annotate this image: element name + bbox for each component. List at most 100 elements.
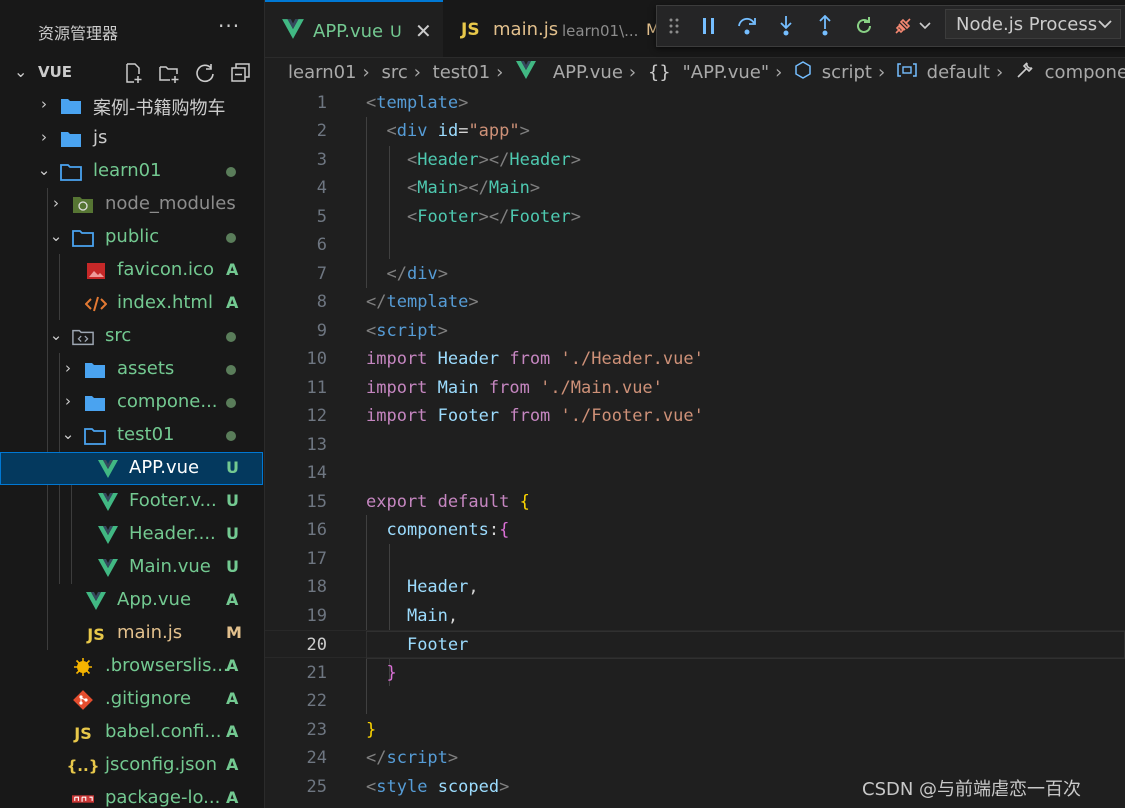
node-folder-icon — [72, 194, 94, 216]
code-text: <Header></Header> — [406, 150, 582, 170]
code-text: import Main from './Main.vue' — [366, 378, 663, 398]
breadcrumb-item[interactable]: components — [1045, 62, 1125, 83]
breadcrumb-item[interactable]: src — [381, 62, 407, 83]
chevron-down-icon[interactable] — [915, 12, 935, 40]
drag-handle-icon[interactable] — [665, 12, 683, 40]
close-icon[interactable]: ✕ — [415, 19, 432, 43]
refresh-icon[interactable] — [194, 62, 216, 84]
line-number: 4 — [316, 178, 327, 198]
tree-item-folder[interactable]: ⌄ learn01 — [0, 155, 263, 188]
tree-item-file[interactable]: Footer.v... U — [0, 485, 263, 518]
tree-item-file[interactable]: .browserslis... A — [0, 650, 263, 683]
modified-dot — [226, 365, 236, 375]
tree-item-file[interactable]: .gitignore A — [0, 683, 263, 716]
breadcrumb-item[interactable]: default — [927, 62, 990, 83]
tree-item-folder[interactable]: ⌄ src — [0, 320, 263, 353]
tree-item-label: learn01 — [93, 160, 162, 181]
watermark-text: CSDN @与前端虐恋一百次 — [862, 779, 1082, 800]
code-line-current: 20 Footer — [265, 630, 1125, 659]
code-text: <Footer></Footer> — [406, 207, 582, 227]
chevron-down-icon: ⌄ — [14, 62, 28, 81]
code-line: 24 </script> — [265, 744, 1125, 772]
collapse-all-icon[interactable] — [230, 62, 252, 84]
tree-item-folder[interactable]: ⌄ public — [0, 221, 263, 254]
tree-item-label: package-lo... — [105, 787, 221, 808]
chevron-down-icon: ⌄ — [37, 161, 51, 179]
breadcrumb-item[interactable]: test01 — [433, 62, 490, 83]
line-number: 8 — [316, 292, 327, 312]
code-text: } — [366, 720, 377, 740]
code-line: 23} — [265, 716, 1125, 744]
step-out-icon[interactable] — [811, 12, 839, 40]
code-text: components:{ — [386, 520, 510, 540]
more-actions-icon[interactable]: ··· — [218, 14, 240, 38]
tab-git-status: U — [390, 22, 402, 41]
line-number: 7 — [316, 264, 327, 284]
tree-item-file[interactable]: favicon.ico A — [0, 254, 263, 287]
tree-item-file[interactable]: package-lo... A — [0, 782, 263, 808]
tree-item-folder[interactable]: › 案例-书籍购物车 — [0, 89, 263, 122]
breadcrumb-item[interactable]: APP.vue — [553, 62, 623, 83]
breadcrumb: learn01 › src › test01 › APP.vue › {} "APP.v… — [288, 60, 1125, 88]
pause-icon[interactable] — [695, 12, 723, 40]
tree-item-label: public — [105, 226, 160, 247]
new-file-icon[interactable] — [122, 62, 144, 84]
debug-process-select[interactable]: Node.js Process — [945, 9, 1121, 39]
vue-file-icon — [282, 19, 304, 39]
tree-item-folder[interactable]: › js — [0, 122, 263, 155]
chevron-right-icon: › — [628, 62, 637, 83]
tree-item-file[interactable]: index.html A — [0, 287, 263, 320]
chevron-right-icon: › — [362, 62, 370, 83]
tree-item-label: .gitignore — [105, 688, 192, 709]
git-status: A — [226, 689, 239, 708]
code-editor[interactable]: 1 <template> 2 <div id="app"> 3 <Header><… — [265, 89, 1125, 808]
code-line: 9 <script> — [265, 317, 1125, 345]
code-text: <template> — [366, 93, 469, 113]
new-folder-icon[interactable] — [158, 62, 180, 84]
tree-item-file[interactable]: {..} jsconfig.json A — [0, 749, 263, 782]
tree-item-file[interactable]: JS main.js M — [0, 617, 263, 650]
line-number: 18 — [306, 577, 327, 597]
code-text: </template> — [366, 292, 479, 312]
tree-item-label: src — [105, 325, 132, 346]
folder-icon — [60, 95, 82, 117]
tree-item-file[interactable]: Main.vue U — [0, 551, 263, 584]
tree-item-folder[interactable]: › assets — [0, 353, 263, 386]
tab-main-js[interactable]: JS main.js learn01\... M — [443, 0, 663, 57]
line-number: 11 — [306, 378, 327, 398]
git-status: A — [226, 293, 239, 312]
tree-item-file-selected[interactable]: APP.vue U — [0, 452, 263, 485]
current-line-highlight — [366, 631, 1125, 659]
breadcrumb-item[interactable]: script — [822, 62, 872, 83]
chevron-down-icon — [1098, 14, 1112, 33]
modified-dot — [226, 398, 236, 408]
tree-item-file[interactable]: JS babel.confi... A — [0, 716, 263, 749]
code-text: <div id="app"> — [386, 121, 530, 141]
tree-item-file[interactable]: App.vue A — [0, 584, 263, 617]
tree-item-folder[interactable]: ⌄ test01 — [0, 419, 263, 452]
breadcrumb-item[interactable]: "APP.vue" — [682, 62, 769, 83]
git-status: A — [226, 722, 239, 741]
tree-item-label: babel.confi... — [105, 721, 222, 742]
step-over-icon[interactable] — [733, 12, 761, 40]
code-text: </div> — [386, 264, 448, 284]
workspace-folder-name: VUE — [38, 63, 73, 81]
line-number: 3 — [316, 150, 327, 170]
code-line: 11 import Main from './Main.vue' — [265, 374, 1125, 402]
line-number: 1 — [316, 93, 327, 113]
breadcrumb-item[interactable]: learn01 — [288, 62, 357, 83]
vue-file-icon — [85, 590, 107, 612]
tree-item-folder[interactable]: › node_modules — [0, 188, 263, 221]
tree-item-folder[interactable]: › compone... — [0, 386, 263, 419]
step-into-icon[interactable] — [772, 12, 800, 40]
tree-item-label: index.html — [117, 292, 213, 313]
html-file-icon — [85, 293, 107, 315]
disconnect-icon[interactable] — [889, 12, 917, 40]
tab-app-vue[interactable]: APP.vue U ✕ — [265, 0, 443, 57]
tree-item-file[interactable]: Header.... U — [0, 518, 263, 551]
chevron-right-icon: › — [413, 62, 421, 83]
git-status: A — [226, 590, 239, 609]
restart-icon[interactable] — [850, 12, 878, 40]
workspace-folder-header[interactable]: ⌄ VUE — [0, 56, 264, 89]
line-number: 23 — [306, 720, 327, 740]
